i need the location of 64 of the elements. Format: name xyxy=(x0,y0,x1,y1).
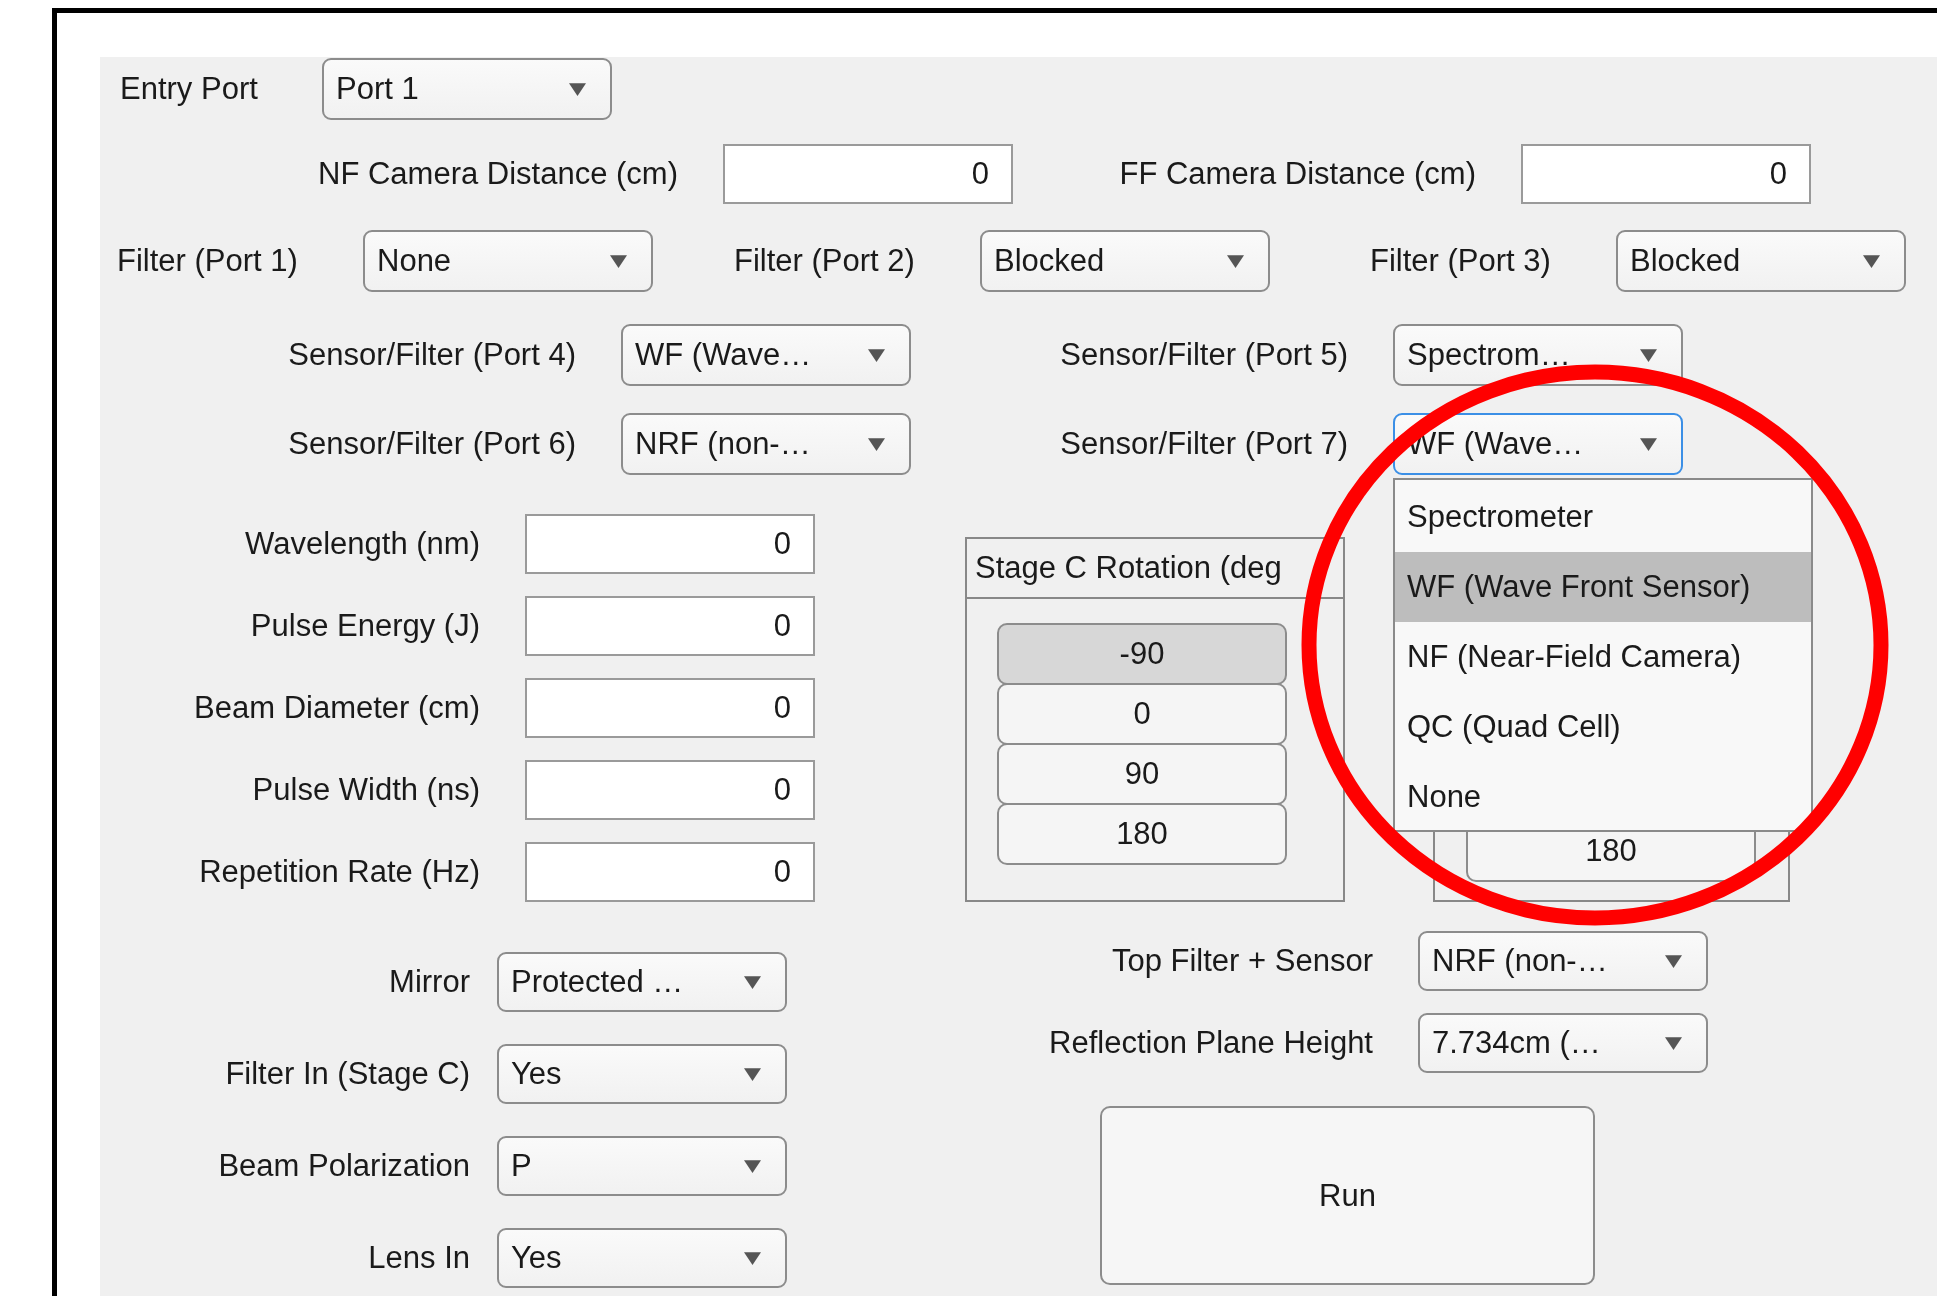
field-label: Sensor/Filter (Port 4) xyxy=(287,337,576,373)
caret-icon xyxy=(569,82,586,96)
dropdown[interactable]: P xyxy=(497,1136,787,1196)
toggle-button[interactable]: 90 xyxy=(997,743,1287,805)
field-label: Mirror xyxy=(388,964,470,1000)
field-label: Reflection Plane Height xyxy=(1048,1025,1373,1061)
dropdown[interactable]: WF (Wave… xyxy=(621,324,911,386)
dropdown[interactable]: Protected … xyxy=(497,952,787,1012)
field-label: Filter In (Stage C) xyxy=(224,1056,470,1092)
field-label: NF Camera Distance (cm) xyxy=(317,156,678,192)
dropdown[interactable]: Port 1 xyxy=(322,58,612,120)
field-label: FF Camera Distance (cm) xyxy=(1118,156,1476,192)
field-label: Beam Polarization xyxy=(217,1148,470,1184)
field-label: Sensor/Filter (Port 7) xyxy=(1059,426,1348,462)
caret-icon xyxy=(868,437,885,451)
dropdown[interactable]: Blocked xyxy=(1616,230,1906,292)
number-field[interactable]: 0 xyxy=(723,144,1013,204)
field-label: Lens In xyxy=(367,1240,470,1276)
caret-icon xyxy=(744,1251,761,1265)
field-label: Filter (Port 3) xyxy=(1370,243,1552,279)
field-label: Entry Port xyxy=(120,71,259,107)
toggle-button[interactable]: 180 xyxy=(997,803,1287,865)
dropdown[interactable]: Blocked xyxy=(980,230,1270,292)
dropdown[interactable]: Yes xyxy=(497,1044,787,1104)
field-label: Sensor/Filter (Port 6) xyxy=(287,426,576,462)
field-label: Wavelength (nm) xyxy=(244,526,480,562)
dropdown[interactable]: None xyxy=(363,230,653,292)
menu-item[interactable]: WF (Wave Front Sensor) xyxy=(1395,552,1811,622)
number-field[interactable]: 0 xyxy=(525,596,815,656)
field-label: Beam Diameter (cm) xyxy=(193,690,480,726)
caret-icon xyxy=(1863,254,1880,268)
number-field[interactable]: 0 xyxy=(525,514,815,574)
caret-icon xyxy=(1665,954,1682,968)
field-label: Filter (Port 2) xyxy=(734,243,916,279)
number-field[interactable]: 0 xyxy=(525,842,815,902)
field-label: Sensor/Filter (Port 5) xyxy=(1059,337,1348,373)
dropdown[interactable]: NRF (non-… xyxy=(1418,931,1708,991)
caret-icon xyxy=(610,254,627,268)
caret-icon xyxy=(1640,437,1657,451)
field-label: Repetition Rate (Hz) xyxy=(198,854,480,890)
dropdown[interactable]: NRF (non-… xyxy=(621,413,911,475)
caret-icon xyxy=(744,1067,761,1081)
number-field[interactable]: 0 xyxy=(1521,144,1811,204)
field-label: Top Filter + Sensor xyxy=(1110,943,1373,979)
menu-item[interactable]: NF (Near-Field Camera) xyxy=(1395,622,1811,692)
caret-icon xyxy=(744,1159,761,1173)
caret-icon xyxy=(1227,254,1244,268)
toggle-button[interactable]: -90 xyxy=(997,623,1287,685)
number-field[interactable]: 0 xyxy=(525,760,815,820)
caret-icon xyxy=(744,975,761,989)
toggle-button[interactable]: 0 xyxy=(997,683,1287,745)
field-label: Pulse Energy (J) xyxy=(249,608,480,644)
caret-icon xyxy=(1665,1036,1682,1050)
menu-item[interactable]: QC (Quad Cell) xyxy=(1395,692,1811,762)
field-label: Filter (Port 1) xyxy=(117,243,299,279)
caret-icon xyxy=(1640,348,1657,362)
menu-item[interactable]: Spectrometer xyxy=(1395,482,1811,552)
field-label: Pulse Width (ns) xyxy=(251,772,480,808)
caret-icon xyxy=(868,348,885,362)
dropdown[interactable]: 7.734cm (… xyxy=(1418,1013,1708,1073)
run-button[interactable]: Run xyxy=(1100,1106,1595,1285)
number-field[interactable]: 0 xyxy=(525,678,815,738)
panel-title: Stage C Rotation (deg xyxy=(967,539,1343,599)
dropdown[interactable]: Yes xyxy=(497,1228,787,1288)
